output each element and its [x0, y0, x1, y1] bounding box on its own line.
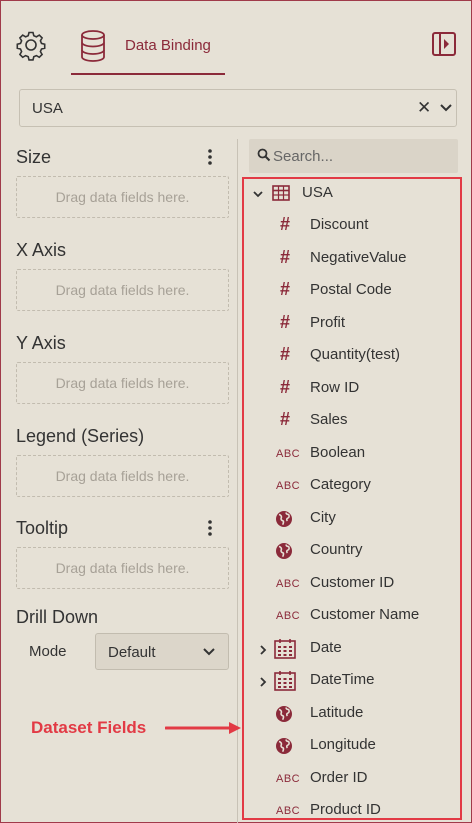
field-item[interactable]: ABC Boolean: [244, 439, 460, 469]
well-title-y-axis: Y Axis: [16, 333, 66, 353]
field-item[interactable]: Date: [244, 634, 460, 664]
mode-label: Mode: [29, 643, 67, 660]
field-item[interactable]: # Quantity(test): [244, 341, 460, 371]
text-field-icon: ABC: [276, 480, 301, 492]
field-label: NegativeValue: [310, 249, 407, 266]
text-field-icon: ABC: [276, 805, 301, 817]
field-label: Product ID: [310, 801, 381, 818]
field-label: Sales: [310, 411, 348, 428]
field-label: Customer Name: [310, 606, 420, 623]
field-label: Latitude: [310, 704, 364, 721]
tab-data-binding[interactable]: Data Binding: [71, 15, 225, 75]
field-item[interactable]: # NegativeValue: [244, 244, 460, 274]
dataset-dropdown[interactable]: USA ✕: [19, 89, 457, 127]
field-item[interactable]: ABC Product ID: [244, 796, 460, 823]
more-vertical-icon[interactable]: [201, 147, 219, 171]
more-vertical-icon[interactable]: [201, 518, 219, 542]
field-item[interactable]: Longitude: [244, 731, 460, 761]
field-item[interactable]: # Sales: [244, 406, 460, 436]
search-input[interactable]: [273, 144, 451, 168]
field-item[interactable]: # Postal Code: [244, 276, 460, 306]
field-item[interactable]: Country: [244, 536, 460, 566]
field-label: Row ID: [310, 379, 360, 396]
field-item[interactable]: # Profit: [244, 309, 460, 339]
chevron-right-icon[interactable]: [258, 675, 268, 687]
field-label: Postal Code: [310, 281, 392, 298]
chevron-down-icon[interactable]: [439, 101, 453, 115]
dataset-fields-tree: USA # Discount # NegativeValue # Postal …: [242, 177, 462, 820]
annotation-label: Dataset Fields: [31, 718, 147, 737]
number-field-icon: #: [280, 247, 291, 267]
text-field-icon: ABC: [276, 578, 301, 590]
well-title-size: Size: [16, 147, 52, 167]
dropzone-y-axis[interactable]: Drag data fields here.: [16, 362, 229, 404]
table-icon: [272, 185, 290, 201]
field-label: Discount: [310, 216, 369, 233]
tree-root-node[interactable]: USA: [244, 179, 460, 209]
number-field-icon: #: [280, 377, 291, 397]
chevron-down-icon: [202, 645, 216, 659]
field-item[interactable]: ABC Order ID: [244, 764, 460, 794]
text-field-icon: ABC: [276, 448, 301, 460]
field-label: Order ID: [310, 769, 368, 786]
number-field-icon: #: [280, 409, 291, 429]
well-title-legend: Legend (Series): [16, 426, 145, 446]
globe-icon: [274, 541, 300, 561]
clear-icon[interactable]: ✕: [417, 98, 431, 118]
gear-icon[interactable]: [15, 29, 47, 61]
well-title-x-axis: X Axis: [16, 240, 67, 260]
field-label: DateTime: [310, 671, 375, 688]
field-label: Date: [310, 639, 342, 656]
mode-dropdown[interactable]: Default: [95, 633, 229, 670]
field-item[interactable]: City: [244, 504, 460, 534]
field-item[interactable]: ABC Category: [244, 471, 460, 501]
search-icon: [257, 148, 271, 162]
globe-icon: [274, 736, 300, 756]
field-item[interactable]: Latitude: [244, 699, 460, 729]
text-field-icon: ABC: [276, 610, 301, 622]
number-field-icon: #: [280, 312, 291, 332]
drill-down-title: Drill Down: [16, 607, 99, 627]
chevron-down-icon[interactable]: [252, 188, 264, 200]
field-label: Longitude: [310, 736, 376, 753]
dropzone-legend[interactable]: Drag data fields here.: [16, 455, 229, 497]
chevron-right-icon[interactable]: [258, 643, 268, 655]
well-title-tooltip: Tooltip: [16, 518, 69, 538]
number-field-icon: #: [280, 279, 291, 299]
globe-icon: [274, 509, 300, 529]
mode-dropdown-value: Default: [108, 644, 156, 661]
field-search[interactable]: [249, 139, 458, 173]
field-item[interactable]: ABC Customer Name: [244, 601, 460, 631]
number-field-icon: #: [280, 344, 291, 364]
tab-data-binding-label: Data Binding: [125, 37, 211, 54]
field-item[interactable]: # Discount: [244, 211, 460, 241]
field-item[interactable]: # Row ID: [244, 374, 460, 404]
dropzone-x-axis[interactable]: Drag data fields here.: [16, 269, 229, 311]
dropzone-tooltip[interactable]: Drag data fields here.: [16, 547, 229, 589]
data-binding-panel: Data Binding USA ✕ Size Drag data fields…: [0, 0, 472, 823]
field-item[interactable]: ABC Customer ID: [244, 569, 460, 599]
dataset-dropdown-value: USA: [32, 100, 63, 117]
field-item[interactable]: DateTime: [244, 666, 460, 696]
database-icon: [79, 29, 107, 63]
field-label: City: [310, 509, 336, 526]
field-label: Profit: [310, 314, 346, 331]
field-label: Boolean: [310, 444, 366, 461]
globe-icon: [274, 704, 300, 724]
calendar-icon: [274, 671, 300, 691]
calendar-icon: [274, 639, 300, 659]
arrow-right-icon: [164, 720, 243, 736]
field-label: Country: [310, 541, 363, 558]
number-field-icon: #: [280, 214, 291, 234]
tree-root-label: USA: [302, 184, 333, 201]
collapse-panel-icon[interactable]: [431, 31, 457, 57]
field-label: Customer ID: [310, 574, 395, 591]
panel-header: Data Binding: [1, 1, 471, 83]
field-label: Quantity(test): [310, 346, 401, 363]
text-field-icon: ABC: [276, 773, 301, 785]
dropzone-size[interactable]: Drag data fields here.: [16, 176, 229, 218]
field-label: Category: [310, 476, 371, 493]
